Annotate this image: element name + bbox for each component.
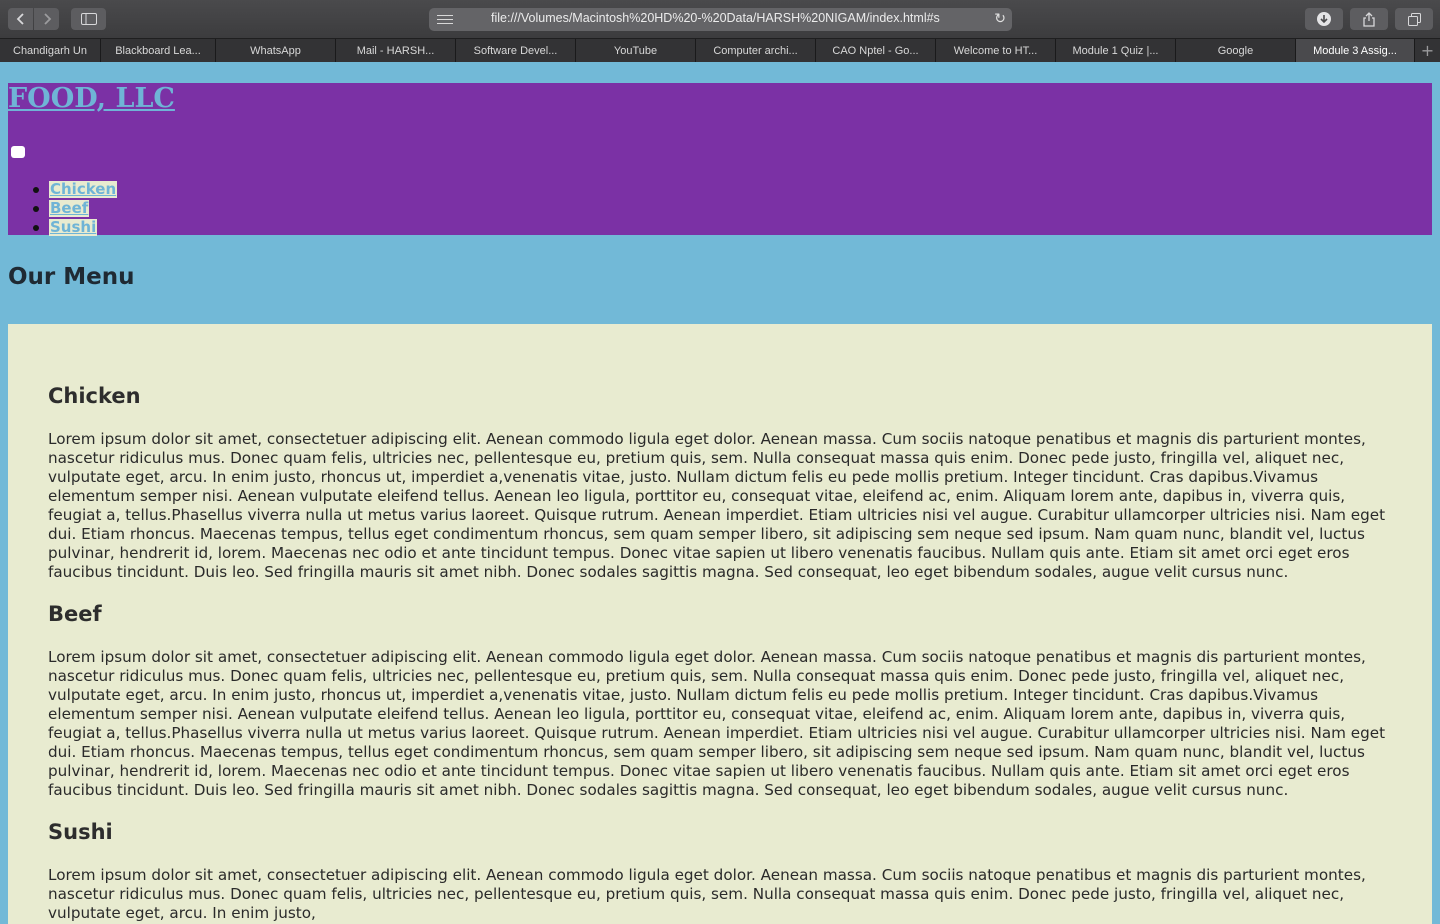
page-viewport: FOOD, LLC Chicken Beef Sushi Our Menu Ch… [0, 62, 1440, 924]
chevron-right-icon [43, 13, 51, 25]
section-title: Beef [48, 602, 102, 626]
tab-cao-nptel[interactable]: CAO Nptel - Go... [816, 39, 936, 62]
sidebar-icon [80, 13, 97, 25]
tab-chandigarh[interactable]: Chandigarh Un [0, 39, 101, 62]
nav-link-beef[interactable]: Beef [49, 200, 90, 217]
section-chicken: Chicken Lorem ipsum dolor sit amet, cons… [48, 384, 1392, 582]
tab-whatsapp[interactable]: WhatsApp [216, 39, 336, 62]
reload-icon[interactable]: ↻ [994, 11, 1006, 27]
section-body: Lorem ipsum dolor sit amet, consectetuer… [48, 866, 1366, 922]
nav-item-chicken: Chicken [8, 179, 118, 198]
tab-overview-button[interactable] [1395, 8, 1433, 30]
tab-mail[interactable]: Mail - HARSH... [336, 39, 456, 62]
section-sushi: Sushi Lorem ipsum dolor sit amet, consec… [48, 820, 1392, 923]
sidebar-button[interactable] [71, 8, 106, 30]
tab-module3-assig[interactable]: Module 3 Assig... [1296, 39, 1415, 62]
reader-icon[interactable] [437, 12, 453, 26]
url-text[interactable]: file:///Volumes/Macintosh%20HD%20-%20Dat… [491, 11, 951, 25]
tab-overview-icon [1407, 12, 1421, 26]
nav-link-chicken[interactable]: Chicken [49, 181, 118, 198]
download-icon [1317, 12, 1331, 26]
brand-logo-link[interactable]: FOOD, LLC [8, 83, 175, 114]
section-body: Lorem ipsum dolor sit amet, consectetuer… [48, 430, 1386, 581]
nav-item-sushi: Sushi [8, 217, 117, 236]
plus-icon[interactable]: + [1415, 39, 1440, 62]
section-body: Lorem ipsum dolor sit amet, consectetuer… [48, 648, 1386, 799]
chevron-left-icon [16, 13, 24, 25]
section-title: Chicken [48, 384, 141, 408]
tab-module1-quiz[interactable]: Module 1 Quiz |... [1056, 39, 1176, 62]
menu-toggle-button[interactable] [11, 146, 25, 158]
share-button[interactable] [1350, 8, 1388, 30]
tab-software-devel[interactable]: Software Devel... [456, 39, 576, 62]
downloads-button[interactable] [1305, 8, 1343, 30]
section-beef: Beef Lorem ipsum dolor sit amet, consect… [48, 602, 1392, 800]
tab-bar: Chandigarh Un Blackboard Lea... WhatsApp… [0, 38, 1440, 62]
address-bar[interactable]: file:///Volumes/Macintosh%20HD%20-%20Dat… [429, 8, 1012, 31]
menu-panel: Chicken Lorem ipsum dolor sit amet, cons… [8, 324, 1432, 924]
nav-menu: Chicken Beef Sushi [8, 179, 118, 236]
page-title: Our Menu [8, 264, 135, 290]
tab-blackboard[interactable]: Blackboard Lea... [101, 39, 216, 62]
tab-youtube[interactable]: YouTube [576, 39, 696, 62]
back-button[interactable] [8, 8, 33, 30]
site-header: FOOD, LLC Chicken Beef Sushi [8, 83, 1432, 236]
section-title: Sushi [48, 820, 113, 844]
share-icon [1363, 11, 1375, 27]
tab-welcome-ht[interactable]: Welcome to HT... [936, 39, 1056, 62]
nav-link-sushi[interactable]: Sushi [49, 219, 98, 236]
forward-button[interactable] [34, 8, 59, 30]
browser-toolbar: file:///Volumes/Macintosh%20HD%20-%20Dat… [0, 0, 1440, 38]
nav-item-beef: Beef [8, 198, 117, 217]
tab-computer-archi[interactable]: Computer archi... [696, 39, 816, 62]
tab-google[interactable]: Google [1176, 39, 1296, 62]
